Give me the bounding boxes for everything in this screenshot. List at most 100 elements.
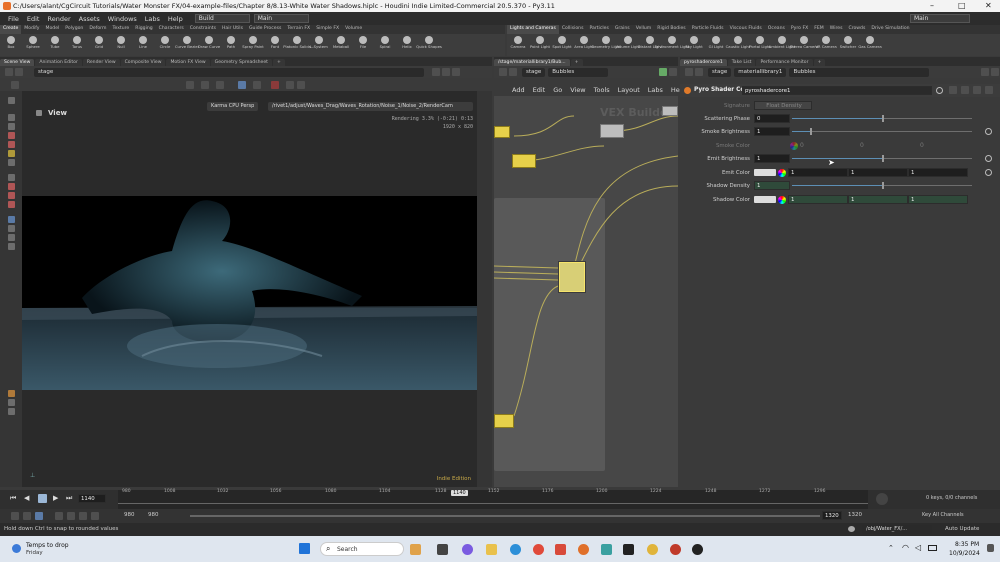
- back-arrow-icon[interactable]: [499, 68, 507, 76]
- menu-windows[interactable]: Windows: [104, 15, 141, 23]
- weather-text[interactable]: Temps to drop: [26, 542, 69, 549]
- back-arrow-icon[interactable]: [685, 68, 693, 76]
- start-icon[interactable]: [299, 543, 310, 554]
- clock-time[interactable]: 8:35 PM: [955, 541, 979, 548]
- network-node[interactable]: [662, 106, 678, 116]
- pyroshadercore1-node[interactable]: [559, 262, 585, 292]
- light-tool-icon[interactable]: [186, 81, 194, 89]
- object-path-field[interactable]: /obj/Water_FX/...: [862, 525, 932, 534]
- render-region-icon[interactable]: [7, 399, 15, 406]
- forward-arrow-icon[interactable]: [695, 68, 703, 76]
- path-bubbles[interactable]: Bubbles: [548, 67, 609, 77]
- shelf-tool[interactable]: Circle: [154, 34, 176, 56]
- color-wheel-icon[interactable]: [778, 168, 786, 177]
- viewport[interactable]: View Karma CPU Persp /rivet1/adjust/Wave…: [22, 91, 477, 487]
- obs-icon[interactable]: [692, 544, 703, 555]
- shadow-density-field[interactable]: 1: [754, 181, 790, 190]
- emit-brightness-slider[interactable]: [792, 154, 972, 163]
- battery-icon[interactable]: [928, 545, 937, 551]
- snapshot-icon[interactable]: [286, 81, 294, 89]
- shelf-tool[interactable]: Tube: [44, 34, 66, 56]
- shelf-tab[interactable]: Vellum: [633, 25, 655, 34]
- keys-icon[interactable]: [67, 512, 75, 520]
- path-stage[interactable]: stage: [34, 67, 424, 77]
- shelf-tool[interactable]: Torus: [66, 34, 88, 56]
- wifi-icon[interactable]: ◠: [902, 543, 909, 552]
- tab-network[interactable]: /stage/materiallibrary1/Bub...: [494, 59, 570, 66]
- path-stage[interactable]: stage: [522, 67, 546, 77]
- shelf-tab[interactable]: Guide Process: [246, 25, 284, 34]
- shelf-tab[interactable]: Constraints: [187, 25, 219, 34]
- color-wheel-icon[interactable]: [778, 195, 786, 204]
- shelf-tool[interactable]: File: [352, 34, 374, 56]
- shelf-tool[interactable]: Camera: [507, 34, 529, 56]
- select-tool-icon[interactable]: [7, 97, 15, 104]
- shelf-tab[interactable]: Viscous Fluids: [727, 25, 765, 34]
- snap-icon[interactable]: [11, 81, 19, 89]
- network-menu-labs[interactable]: Labs: [644, 86, 667, 94]
- auto-update-button[interactable]: Auto Update: [945, 526, 979, 532]
- shelf-tab[interactable]: Simple FX: [313, 25, 342, 34]
- shelf-tool[interactable]: Spray Paint: [242, 34, 264, 56]
- shelf-tab[interactable]: Particle Fluids: [689, 25, 727, 34]
- display-icon[interactable]: [7, 234, 15, 241]
- emit-color-swatch[interactable]: [754, 169, 776, 176]
- play-button[interactable]: ▶: [53, 494, 58, 502]
- shelf-tab[interactable]: Terrain FX: [284, 25, 313, 34]
- shading-icon[interactable]: [238, 81, 246, 89]
- step-back-button[interactable]: ◀: [24, 494, 29, 502]
- playhead[interactable]: 1140: [451, 490, 468, 496]
- close-button[interactable]: ✕: [985, 1, 992, 10]
- path-stage[interactable]: stage: [708, 67, 732, 77]
- shelf-tool[interactable]: Path: [220, 34, 242, 56]
- emit-color-b[interactable]: 1: [908, 168, 968, 177]
- gear-icon[interactable]: [985, 155, 992, 162]
- network-menu-tools[interactable]: Tools: [590, 86, 614, 94]
- shelf-tool[interactable]: VR Camera: [815, 34, 837, 56]
- menu-render[interactable]: Render: [43, 15, 74, 23]
- network-menu-go[interactable]: Go: [549, 86, 566, 94]
- notification-icon[interactable]: [987, 544, 994, 552]
- network-node[interactable]: [512, 154, 536, 168]
- shelf-tool[interactable]: Volume Light: [616, 34, 640, 56]
- shelf-tool[interactable]: Line: [132, 34, 154, 56]
- emit-color-r[interactable]: 1: [788, 168, 848, 177]
- weather-icon[interactable]: [12, 544, 21, 553]
- forward-arrow-icon[interactable]: [15, 68, 23, 76]
- shelf-tool[interactable]: Gas Camera: [858, 34, 882, 56]
- smoke-color-r[interactable]: 0: [800, 142, 860, 149]
- shelf-tool[interactable]: Platonic Solids: [283, 34, 311, 56]
- path-bubbles[interactable]: Bubbles: [789, 67, 930, 77]
- pose-tool-icon[interactable]: [7, 159, 15, 166]
- maximize-button[interactable]: □: [958, 1, 966, 10]
- app-icon[interactable]: [670, 544, 681, 555]
- shelf-tool[interactable]: Draw Curve: [198, 34, 220, 56]
- menu-file[interactable]: File: [4, 15, 23, 23]
- gear-icon[interactable]: [985, 128, 992, 135]
- app-icon[interactable]: [578, 544, 589, 555]
- signature-menu[interactable]: Float Density: [754, 101, 812, 110]
- forward-arrow-icon[interactable]: [509, 68, 517, 76]
- help-icon[interactable]: [991, 68, 999, 76]
- shelf-tab[interactable]: Polygon: [62, 25, 86, 34]
- add-tab-button[interactable]: +: [272, 59, 285, 66]
- shelf-tab[interactable]: Particles: [586, 25, 611, 34]
- shelf-tool[interactable]: Curve Bezier: [175, 34, 199, 56]
- shadow-color-swatch[interactable]: [754, 196, 776, 203]
- info-icon[interactable]: [973, 86, 981, 94]
- shadow-density-slider[interactable]: [792, 181, 972, 190]
- renderer-menu[interactable]: Karma CPU Persp: [207, 102, 259, 111]
- scale-tool-icon[interactable]: [7, 141, 15, 148]
- smoke-color-g[interactable]: 0: [860, 142, 920, 149]
- shelf-tab[interactable]: Lights and Cameras: [507, 25, 559, 34]
- shelf-tab[interactable]: Wires: [827, 25, 846, 34]
- tab-motion-fx-view[interactable]: Motion FX View: [166, 59, 210, 66]
- widgets-icon[interactable]: [410, 544, 421, 555]
- shelf-tool[interactable]: Quick Shapes: [416, 34, 442, 56]
- shelf-tool[interactable]: Geometry Light: [591, 34, 621, 56]
- loop-icon[interactable]: [23, 512, 31, 520]
- smoke-color-b[interactable]: 0: [920, 142, 980, 149]
- shelf-tab[interactable]: Rigid Bodies: [654, 25, 688, 34]
- tab-render-view[interactable]: Render View: [82, 59, 120, 66]
- frame-icon[interactable]: [91, 512, 99, 520]
